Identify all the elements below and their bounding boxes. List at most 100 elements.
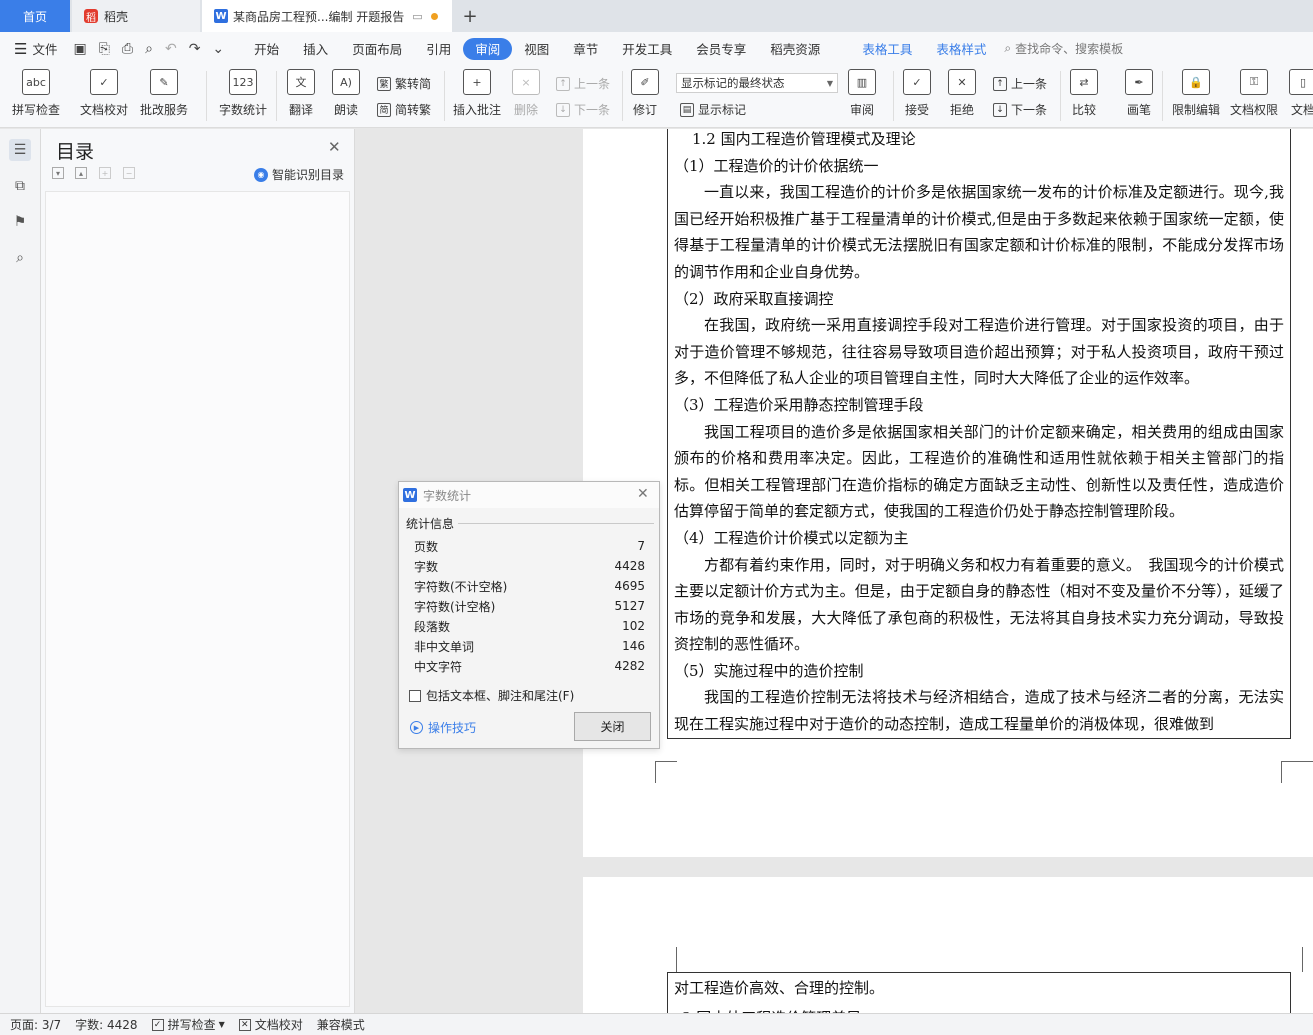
menu-developer[interactable]: 开发工具 (610, 38, 684, 60)
restrict-edit-button[interactable]: 🔒 限制编辑 (1172, 69, 1220, 118)
accept-button[interactable]: ✓ 接受 (903, 69, 931, 118)
tips-link[interactable]: ▶ 操作技巧 (410, 719, 476, 736)
expand-up-icon[interactable]: ▴ (75, 167, 87, 179)
checkbox-box[interactable] (409, 689, 421, 702)
doc-check-toggle[interactable]: ✕ 文档校对 (238, 1016, 303, 1033)
word-count-button[interactable]: 123 字数统计 (219, 69, 267, 118)
menu-daoke-resources[interactable]: 稻壳资源 (758, 38, 832, 60)
text-frame[interactable]: 对工程造价高效、合理的控制。 2 国内外工程造价管理差异 (667, 972, 1291, 1013)
dialog-titlebar[interactable]: W 字数统计 (399, 482, 659, 508)
chevron-down-icon: ▼ (826, 78, 833, 88)
file-menu[interactable]: ☰ 文件 (14, 39, 57, 58)
word-count-indicator[interactable]: 字数: 4428 (75, 1016, 137, 1033)
compare-button[interactable]: ⇄ 比较 (1070, 69, 1098, 118)
trad-to-simp-icon: 繁 (377, 76, 391, 91)
status-bar: 页面: 3/7 字数: 4428 ✓ 拼写检查 ▼ ✕ 文档校对 兼容模式 (0, 1013, 1313, 1035)
menu-insert[interactable]: 插入 (291, 38, 340, 60)
close-icon[interactable]: ✕ (637, 486, 649, 502)
prev-comment-icon: ↑ (556, 76, 570, 91)
spell-check-toggle[interactable]: ✓ 拼写检查 ▼ (151, 1016, 225, 1033)
markup-state-select[interactable]: 显示标记的最终状态 ▼ (676, 73, 838, 93)
prev-comment-button[interactable]: ↑ 上一条 (556, 75, 610, 92)
toc-list[interactable] (45, 191, 350, 1007)
export-icon[interactable]: ⎘ (99, 41, 110, 57)
redo-icon[interactable]: ↷ (189, 41, 201, 57)
simp-to-trad-button[interactable]: 简简转繁 (377, 101, 431, 118)
bookmark-icon[interactable]: ⚑ (9, 211, 31, 233)
review-pane-button[interactable]: ▥ 审阅 (848, 69, 876, 118)
tab-daoke[interactable]: 稻 稻壳 (72, 0, 200, 32)
compat-mode-indicator: 兼容模式 (316, 1018, 365, 1032)
smart-toc-button[interactable]: ◉ 智能识别目录 (254, 166, 344, 183)
next-change-label: 下一条 (1011, 103, 1048, 117)
plus-icon[interactable]: + (99, 167, 111, 179)
doc-rights-button[interactable]: ⚿ 文档权限 (1230, 69, 1278, 118)
spell-check-icon: abc (22, 69, 50, 95)
include-textbox-checkbox[interactable]: 包括文本框、脚注和尾注(F) (409, 687, 574, 704)
more-icon[interactable]: ⌄ (212, 41, 224, 57)
document-page[interactable]: 对工程造价高效、合理的控制。 2 国内外工程造价管理差异 (583, 877, 1313, 1013)
menu-home[interactable]: 开始 (242, 38, 291, 60)
next-change-icon: ↓ (993, 102, 1007, 117)
revise-service-button[interactable]: ✎ 批改服务 (140, 69, 188, 118)
menu-view[interactable]: 视图 (512, 38, 561, 60)
paragraph: 我国的工程造价控制无法将技术与经济相结合，造成了技术与经济二者的分离，无法实现在… (674, 688, 1284, 734)
paragraph: 方都有着约束作用，同时，对于明确义务和权力有着重要的意义。 我国现今的计价模式主… (674, 555, 1284, 654)
search-icon[interactable]: ⌕ (9, 247, 31, 269)
command-search-label: 查找命令、搜索模板 (1015, 42, 1124, 56)
menu-table-style[interactable]: 表格样式 (924, 38, 998, 60)
pen-icon: ✒ (1125, 69, 1153, 95)
page-indicator[interactable]: 页面: 3/7 (10, 1016, 61, 1033)
text-frame[interactable]: 1.2 国内工程造价管理模式及理论 （1）工程造价的计价依据统一 一直以来，我国工… (667, 129, 1291, 739)
next-comment-button[interactable]: ↓ 下一条 (556, 101, 610, 118)
reject-button[interactable]: ✕ 拒绝 (948, 69, 976, 118)
next-change-button[interactable]: ↓ 下一条 (993, 101, 1047, 118)
command-search[interactable]: ⌕ 查找命令、搜索模板 (1004, 40, 1123, 57)
save-icon[interactable]: ▣ (73, 41, 86, 57)
track-changes-button[interactable]: ✐ 修订 (631, 69, 659, 118)
stat-row: 中文字符 4282 (414, 656, 645, 676)
minus-icon[interactable]: − (123, 167, 135, 179)
menu-section[interactable]: 章节 (561, 38, 610, 60)
undo-icon[interactable]: ↶ (165, 41, 177, 57)
pen-button[interactable]: ✒ 画笔 (1125, 69, 1153, 118)
track-changes-label: 修订 (632, 103, 657, 117)
print-icon[interactable]: ⎙ (122, 41, 133, 57)
smart-toc-label: 智能识别目录 (272, 168, 345, 182)
insert-comment-button[interactable]: + 插入批注 (453, 69, 501, 118)
tab-document[interactable]: W 某商品房工程预...编制 开题报告 ▭ (202, 0, 452, 32)
chapters-icon[interactable]: ⧉ (9, 175, 31, 197)
toc-title: 目录 (56, 141, 95, 163)
prev-change-button[interactable]: ↑ 上一条 (993, 75, 1047, 92)
wps-writer-icon: W (214, 9, 228, 23)
tab-home[interactable]: 首页 (0, 0, 70, 32)
delete-comment-button[interactable]: × 删除 (512, 69, 540, 118)
menu-layout[interactable]: 页面布局 (340, 38, 414, 60)
close-icon[interactable]: ✕ (328, 138, 341, 156)
menu-member[interactable]: 会员专享 (684, 38, 758, 60)
read-aloud-button[interactable]: A) 朗读 (332, 69, 360, 118)
menu-review[interactable]: 审阅 (463, 37, 513, 60)
close-button[interactable]: 关闭 (574, 712, 651, 741)
document-page[interactable]: 1.2 国内工程造价管理模式及理论 （1）工程造价的计价依据统一 一直以来，我国工… (583, 129, 1313, 857)
menu-references[interactable]: 引用 (414, 38, 463, 60)
search-icon: ⌕ (1004, 41, 1012, 55)
lock-icon: 🔒 (1182, 69, 1210, 95)
doc-more-button[interactable]: ▯ 文档 (1289, 69, 1313, 118)
translate-button[interactable]: 文翻译 (287, 69, 315, 118)
collapse-all-icon[interactable]: ▾ (52, 167, 64, 179)
menu-table-tools[interactable]: 表格工具 (850, 38, 924, 60)
doc-check-button[interactable]: ✓ 文档校对 (80, 69, 128, 118)
trad-to-simp-button[interactable]: 繁繁转简 (377, 75, 431, 92)
file-menu-label: 文件 (32, 42, 58, 57)
new-tab-button[interactable]: + (458, 0, 482, 32)
show-markup-button[interactable]: ▤ 显示标记 (680, 101, 746, 118)
print-preview-icon[interactable]: ⌕ (145, 41, 153, 57)
spell-check-button[interactable]: abc 拼写检查 (12, 69, 60, 118)
comment-delete-icon: × (512, 69, 540, 95)
stat-row: 字数 4428 (414, 556, 645, 576)
doc-rights-icon: ⚿ (1240, 69, 1268, 95)
monitor-icon[interactable]: ▭ (412, 10, 422, 23)
doc-check-label: 文档校对 (80, 103, 129, 117)
outline-icon[interactable]: ☰ (9, 139, 31, 161)
